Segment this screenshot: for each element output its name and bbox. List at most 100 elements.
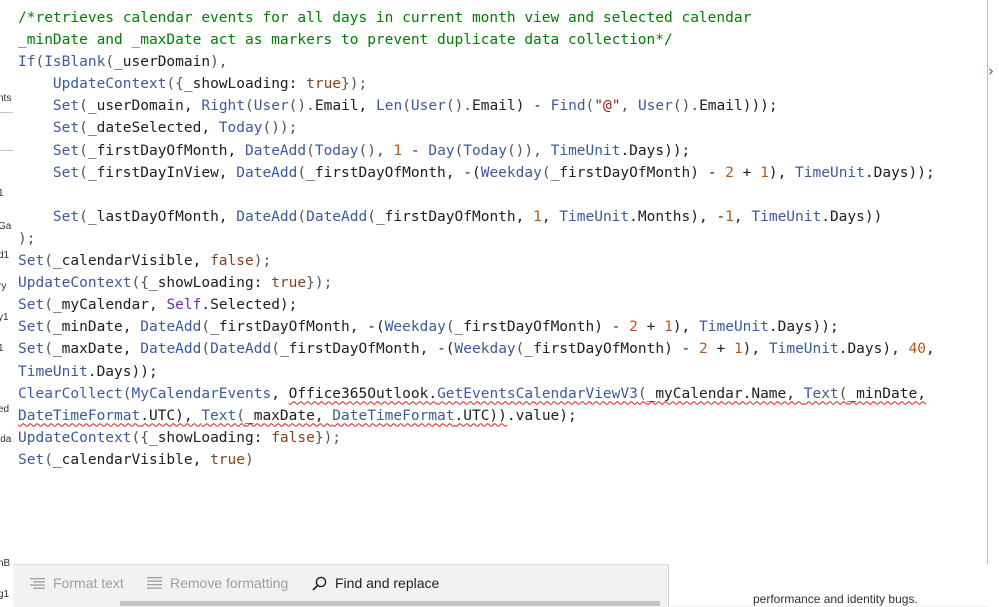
code-token: _firstDayOfMonth, -( (210, 319, 385, 336)
code-token: _userDomain, (87, 98, 202, 115)
code-token: , (926, 341, 935, 358)
code-token: _maxDate, (52, 341, 141, 358)
code-token: 1 (725, 208, 734, 225)
code-token: _calendarVisible, (52, 253, 211, 270)
code-token: Set (18, 253, 45, 270)
code-token: ( (44, 451, 53, 468)
code-token: ( (201, 319, 211, 336)
code-token: ), (768, 164, 796, 181)
code-token: ( (35, 54, 45, 71)
code-token: DateAdd (245, 142, 307, 159)
code-token: _showLoading: (148, 275, 272, 292)
code-token: false (210, 253, 254, 270)
format-text-label: Format text (53, 575, 124, 591)
code-token: Set (52, 164, 80, 181)
code-token: ( (201, 341, 211, 358)
format-text-button[interactable]: Format text (30, 575, 124, 591)
code-line: _minDate and _maxDate act as markers to … (18, 29, 935, 51)
code-token: _firstDayOfMonth, (375, 208, 534, 225)
code-token: ( (454, 142, 464, 159)
code-token: TimeUnit (18, 363, 88, 380)
formula-code[interactable]: /*retrieves calendar events for all days… (18, 7, 935, 471)
code-token: ( (105, 54, 115, 71)
left-label: 1 (0, 188, 4, 199)
horizontal-scrollbar[interactable] (120, 601, 660, 606)
code-token: .UTC)) (454, 407, 507, 424)
code-line: UpdateContext({_showLoading: true}); (18, 73, 935, 95)
code-token: Set (52, 208, 80, 225)
formula-editor[interactable]: /*retrieves calendar events for all days… (13, 0, 988, 564)
code-token: , (733, 208, 752, 225)
left-label: Ga (0, 221, 12, 232)
code-token: Set (52, 142, 80, 159)
code-token: ()), (506, 142, 551, 159)
code-token: Set (52, 120, 80, 137)
code-line: Set(_firstDayOfMonth, DateAdd(Today(), 1… (18, 140, 935, 162)
code-token: Email, (314, 98, 376, 115)
code-token: ClearCollect (18, 385, 123, 402)
code-line: Set(_minDate, DateAdd(_firstDayOfMonth, … (18, 316, 935, 338)
code-token: _calendarVisible, (52, 451, 211, 468)
code-token: ( (79, 142, 88, 159)
code-token: ); (253, 253, 272, 270)
remove-formatting-icon (147, 577, 162, 589)
code-token: ( (297, 208, 307, 225)
code-token: Day (428, 142, 455, 159)
code-line: Set(_dateSelected, Today()); (18, 117, 935, 139)
code-token: "@" (594, 98, 621, 115)
code-line: UpdateContext({_showLoading: true}); (18, 272, 935, 294)
code-token: _firstDayOfMonth, -( (279, 341, 455, 358)
code-token: _firstDayOfMonth) - (454, 319, 630, 336)
find-replace-label: Find and replace (335, 575, 440, 591)
code-token: false (271, 429, 315, 446)
code-token: 2 (629, 319, 638, 336)
code-token: Weekday (480, 164, 542, 181)
code-token: _firstDayOfMonth) - (524, 341, 699, 358)
code-token: + (733, 164, 761, 181)
code-line: Set(_calendarVisible, true) (18, 449, 935, 471)
code-token: ), (742, 341, 769, 358)
code-token: .Days)); (87, 363, 158, 380)
divider (0, 150, 13, 151)
code-token: Set (18, 451, 45, 468)
code-line: Set(_firstDayInView, DateAdd(_firstDayOf… (18, 162, 935, 184)
code-token: .value); (506, 407, 577, 424)
code-token: MyCalendarEvents (131, 385, 272, 402)
code-token: ( (79, 208, 88, 225)
code-token: _showLoading: (148, 429, 272, 446)
code-token: ( (122, 385, 132, 402)
code-token: Email) - (472, 98, 551, 115)
code-token: - (402, 142, 429, 159)
code-token: IsBlank (44, 54, 106, 71)
code-line: UpdateContext({_showLoading: false}); (18, 427, 935, 449)
code-token: _minDate and _maxDate act as markers to … (18, 32, 673, 49)
remove-formatting-button[interactable]: Remove formatting (147, 575, 288, 591)
code-token: _maxDate, (244, 407, 333, 424)
code-token: UpdateContext (52, 76, 167, 93)
code-token: Office365Outlook. (288, 385, 438, 402)
code-token: DateAdd (306, 208, 368, 225)
code-token: true (210, 451, 245, 468)
code-token: ( (44, 253, 53, 270)
code-token: ( (637, 385, 647, 402)
divider (0, 112, 13, 113)
code-token: _myCalendar.Name, (646, 385, 804, 402)
code-token: DateTimeFormat (332, 407, 455, 424)
code-token: DateAdd (210, 341, 272, 358)
code-token: .Days)); (768, 319, 839, 336)
code-line: ); (18, 228, 935, 250)
code-token: ({ (131, 275, 149, 292)
code-token: TimeUnit (768, 341, 839, 358)
code-token: Self (166, 297, 202, 314)
code-token: DateTimeFormat (18, 407, 141, 424)
code-token: ( (236, 407, 245, 424)
code-token: Find (550, 98, 586, 115)
code-token: (). (445, 98, 473, 115)
code-token: DateAdd (140, 341, 202, 358)
chevron-right-icon[interactable]: › (988, 62, 994, 80)
find-replace-button[interactable]: Find and replace (312, 575, 439, 591)
code-token: .Days)); (620, 142, 691, 159)
code-token: TimeUnit (559, 208, 630, 225)
code-line: ClearCollect(MyCalendarEvents, Office365… (18, 383, 935, 405)
